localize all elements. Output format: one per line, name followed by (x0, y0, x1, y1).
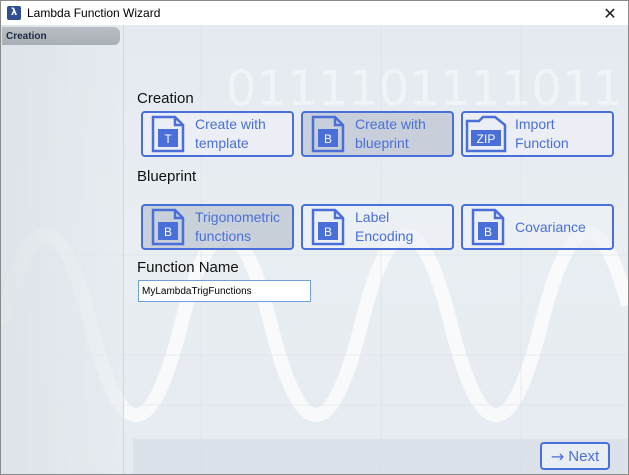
svg-text:B: B (324, 132, 332, 146)
blueprint-heading: Blueprint (137, 168, 197, 185)
tile-label: Covariance (515, 218, 586, 235)
tile-label: Import Function (515, 116, 569, 151)
svg-text:B: B (484, 225, 492, 239)
wizard-window: λ Lambda Function Wizard ✕ 0111101111011… (0, 0, 629, 475)
svg-text:ZIP: ZIP (477, 132, 496, 146)
tile-label: Label Encoding (355, 209, 414, 244)
tile-label: Create with template (195, 116, 266, 151)
import-function-tile[interactable]: ZIP Import Function (461, 111, 614, 157)
blueprint-file-icon: B (471, 208, 505, 246)
app-icon: λ (7, 6, 21, 20)
next-button[interactable]: → Next (540, 442, 610, 470)
trigonometric-functions-tile[interactable]: B Trigonometric functions (141, 204, 294, 250)
svg-text:T: T (164, 132, 172, 146)
covariance-tile[interactable]: B Covariance (461, 204, 614, 250)
function-name-heading: Function Name (137, 259, 239, 276)
arrow-right-icon: → (550, 446, 565, 466)
zip-folder-icon: ZIP (465, 115, 507, 153)
label-encoding-tile[interactable]: B Label Encoding (301, 204, 454, 250)
creation-heading: Creation (137, 90, 194, 107)
svg-text:B: B (324, 225, 332, 239)
function-name-input[interactable] (138, 280, 311, 302)
sidebar-item-creation[interactable]: Creation (2, 27, 120, 45)
blueprint-file-icon: B (311, 115, 345, 153)
window-title: Lambda Function Wizard (27, 6, 161, 20)
wizard-sidebar: Creation (1, 25, 124, 474)
create-with-template-tile[interactable]: T Create with template (141, 111, 294, 157)
create-with-blueprint-tile[interactable]: B Create with blueprint (301, 111, 454, 157)
blueprint-file-icon: B (311, 208, 345, 246)
close-button[interactable]: ✕ (600, 3, 620, 23)
blueprint-file-icon: B (151, 208, 185, 246)
binary-digits-decoration: 0111101111011 (226, 61, 623, 117)
next-button-label: Next (568, 447, 600, 465)
template-file-icon: T (151, 115, 185, 153)
tile-label: Create with blueprint (355, 116, 426, 151)
title-bar: λ Lambda Function Wizard ✕ (1, 1, 628, 25)
tile-label: Trigonometric functions (195, 209, 281, 244)
svg-text:B: B (164, 225, 172, 239)
